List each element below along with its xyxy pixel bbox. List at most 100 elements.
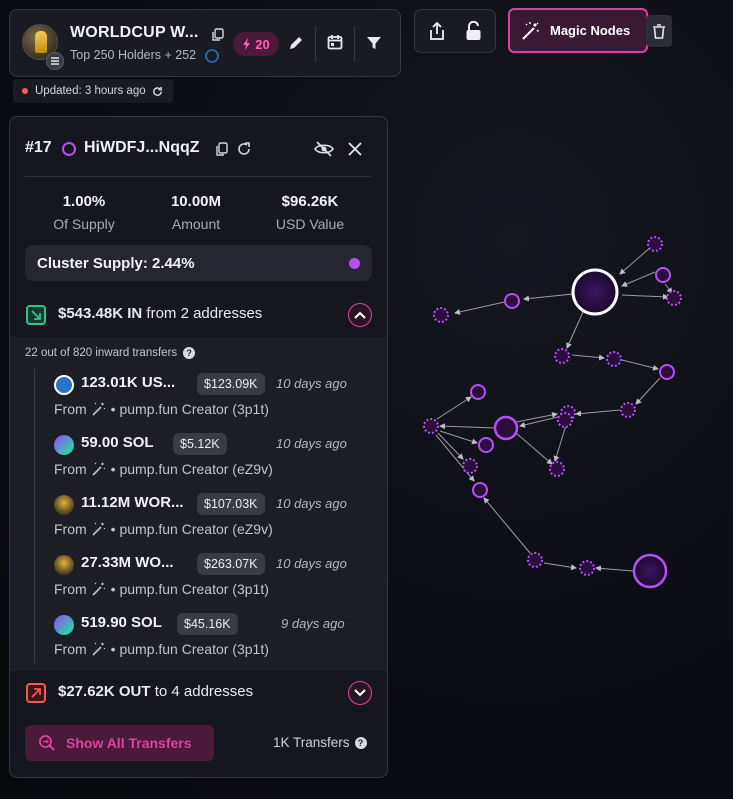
graph-edge (566, 311, 584, 349)
close-icon[interactable] (347, 141, 363, 157)
source-label[interactable]: • pump.fun Creator (eZ9v) (111, 521, 273, 537)
graph-node[interactable] (470, 384, 486, 400)
graph-nodes[interactable] (423, 236, 682, 589)
graph-node[interactable] (606, 351, 622, 367)
source-label[interactable]: • pump.fun Creator (3p1t) (111, 401, 269, 417)
graph-node[interactable] (579, 560, 595, 576)
stat-amount: 10.00M Amount (141, 193, 251, 232)
graph-node[interactable] (462, 458, 478, 474)
graph-node[interactable] (493, 415, 519, 441)
arrow-in-icon (26, 305, 46, 325)
source-label[interactable]: • pump.fun Creator (3p1t) (111, 581, 269, 597)
help-icon[interactable]: ? (183, 347, 196, 359)
search-transfers-icon (39, 735, 55, 751)
usd-badge: $263.07K (197, 553, 265, 575)
worldcup-icon (54, 495, 74, 515)
cluster-supply-bar: Cluster Supply: 2.44% (25, 245, 372, 281)
list-item[interactable]: 519.90 SOL $45.16K 9 days ago From • pum… (54, 609, 374, 669)
graph-edge (523, 293, 574, 302)
hide-icon[interactable] (313, 139, 335, 159)
bubble-map[interactable] (400, 200, 733, 620)
graph-node[interactable] (433, 307, 449, 323)
list-item[interactable]: 123.01K US... $123.09K 10 days ago From … (54, 369, 374, 429)
transfer-amount: 11.12M WOR... (81, 494, 184, 511)
transfer-time: 10 days ago (276, 376, 347, 391)
show-all-transfers-button[interactable]: Show All Transfers (25, 725, 214, 761)
transfer-source: From • pump.fun Creator (3p1t) (54, 641, 269, 657)
inflow-detail: from 2 addresses (146, 305, 263, 322)
trash-icon[interactable] (646, 15, 672, 47)
usdc-icon (54, 375, 74, 395)
help-icon[interactable]: ? (354, 736, 367, 749)
inflow-transfers: 22 out of 820 inward transfers ? 123.01K… (10, 337, 387, 671)
edit-icon[interactable] (287, 34, 305, 52)
graph-node[interactable] (632, 553, 668, 589)
copy-icon[interactable] (210, 27, 226, 43)
magic-wand-icon (92, 642, 106, 656)
magic-wand-icon (92, 522, 106, 536)
list-item[interactable]: 59.00 SOL $5.12K 10 days ago From • pump… (54, 429, 374, 489)
graph-node[interactable] (549, 461, 565, 477)
graph-node[interactable] (423, 418, 439, 434)
graph-edge (553, 421, 568, 462)
unlock-icon[interactable] (463, 20, 483, 42)
graph-tools (414, 9, 496, 53)
source-label[interactable]: • pump.fun Creator (eZ9v) (111, 461, 273, 477)
outflow-header[interactable]: $27.62K OUT to 4 addresses (10, 671, 387, 715)
graph-edge (575, 409, 621, 417)
graph-node[interactable] (655, 267, 671, 283)
energy-badge[interactable]: 20 (233, 32, 279, 56)
chevron-up-icon[interactable] (348, 303, 372, 327)
graph-node[interactable] (504, 293, 520, 309)
inflow-amount: $543.48K IN (58, 305, 143, 322)
transfer-source: From • pump.fun Creator (3p1t) (54, 401, 269, 417)
graph-node-selected[interactable] (571, 268, 619, 316)
cluster-dot (349, 258, 360, 269)
graph-node[interactable] (554, 348, 570, 364)
holder-panel: #17 HiWDFJ...NqqZ 1.00% Of Supply 10.00M… (9, 116, 388, 778)
total-transfers-text: 1K Transfers (273, 735, 350, 750)
list-item[interactable]: 27.33M WO... $263.07K 10 days ago From •… (54, 549, 374, 609)
graph-edge (519, 416, 559, 428)
graph-node[interactable] (659, 364, 675, 380)
graph-node[interactable] (478, 437, 494, 453)
graph-node[interactable] (647, 236, 663, 252)
show-all-label: Show All Transfers (66, 735, 192, 751)
calendar-icon[interactable] (326, 33, 344, 51)
external-refresh-icon[interactable] (235, 140, 252, 157)
graph-node[interactable] (666, 290, 682, 306)
updated-pill: Updated: 3 hours ago (13, 79, 173, 103)
cluster-supply-text: Cluster Supply: 2.44% (37, 254, 195, 272)
graph-node[interactable] (620, 402, 636, 418)
arrow-out-icon (26, 683, 46, 703)
graph-edge (435, 434, 475, 482)
list-item[interactable]: 11.12M WOR... $107.03K 10 days ago From … (54, 489, 374, 549)
inflow-summary: $543.48K IN from 2 addresses (58, 305, 262, 322)
graph-edge (619, 245, 653, 275)
chevron-down-icon[interactable] (348, 681, 372, 705)
token-card: WORLDCUP W... Top 250 Holders + 252 20 (9, 9, 401, 77)
source-label[interactable]: • pump.fun Creator (3p1t) (111, 641, 269, 657)
graph-node[interactable] (472, 482, 488, 498)
magic-nodes-button[interactable]: Magic Nodes (508, 8, 648, 53)
divider (25, 176, 371, 177)
stat-usd-value: $96.26K USD Value (255, 193, 365, 232)
transfer-amount: 519.90 SOL (81, 614, 162, 631)
graph-edge (621, 293, 669, 300)
status-dot (22, 88, 28, 94)
graph-node[interactable] (557, 412, 573, 428)
usd-badge: $123.09K (197, 373, 265, 395)
stat-label: Of Supply (53, 216, 115, 232)
filter-icon[interactable] (365, 34, 383, 52)
refresh-icon[interactable] (152, 86, 163, 97)
graph-edge (439, 423, 496, 430)
usd-badge: $5.12K (173, 433, 227, 455)
share-icon[interactable] (427, 21, 447, 41)
copy-icon[interactable] (214, 141, 230, 157)
graph-edge (621, 359, 659, 371)
holder-address[interactable]: HiWDFJ...NqqZ (84, 139, 200, 157)
magic-wand-icon (92, 582, 106, 596)
inflow-header[interactable]: $543.48K IN from 2 addresses (10, 293, 387, 337)
transfer-amount: 123.01K US... (81, 374, 176, 391)
graph-node[interactable] (527, 552, 543, 568)
